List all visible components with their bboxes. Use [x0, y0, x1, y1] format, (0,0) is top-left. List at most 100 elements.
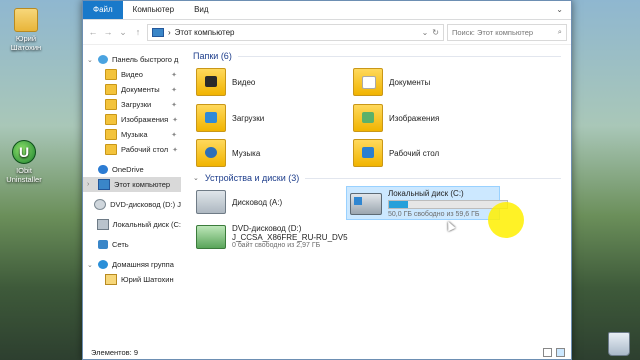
nav-label: Этот компьютер — [114, 180, 171, 189]
navigation-pane: ⌄ Панель быстрого д Видео ✦ Документы ✦ … — [83, 44, 181, 346]
items-count: Элементов: 9 — [91, 348, 139, 357]
folder-tile-documents[interactable]: Документы — [353, 68, 430, 96]
search-placeholder: Поиск: Этот компьютер — [452, 27, 534, 37]
nav-label: Музыка — [121, 130, 148, 139]
nav-item-music[interactable]: Музыка ✦ — [83, 127, 181, 142]
tab-file[interactable]: Файл — [83, 1, 123, 19]
dvd-drive-icon — [94, 199, 107, 210]
tile-label: Документы — [389, 77, 431, 87]
search-input[interactable]: Поиск: Этот компьютер ⌕ — [447, 23, 567, 41]
section-title: Устройства и диски (3) — [204, 173, 300, 183]
desktop-icon-iobit-uninstaller[interactable]: U IObit Uninstaller — [2, 140, 46, 184]
nav-dvd-drive[interactable]: DVD-дисковод (D:) J — [83, 197, 181, 212]
downloads-folder-icon — [105, 99, 117, 110]
recycle-bin-icon[interactable] — [608, 332, 630, 356]
breadcrumb-this-pc[interactable]: Этот компьютер — [175, 28, 235, 37]
back-arrow-icon[interactable]: ← — [87, 27, 99, 37]
nav-local-disk[interactable]: Локальный диск (C: — [83, 217, 181, 232]
video-folder-icon — [105, 69, 117, 80]
star-icon — [98, 55, 108, 64]
video-folder-icon — [196, 68, 226, 96]
up-arrow-icon[interactable]: ↑ — [132, 27, 144, 37]
refresh-icon[interactable]: ↻ — [432, 28, 439, 37]
hard-disk-icon — [96, 219, 109, 230]
folders-section-header[interactable]: Папки (6) — [193, 50, 561, 62]
nav-item-documents[interactable]: Документы ✦ — [83, 82, 181, 97]
user-folder-icon — [14, 8, 38, 32]
nav-onedrive[interactable]: OneDrive — [83, 162, 181, 177]
nav-label: Домашняя группа — [112, 260, 174, 269]
nav-label: Видео — [121, 70, 143, 79]
desktop-icon-user-folder[interactable]: Юрий Шатохин — [4, 8, 48, 52]
folder-tile-music[interactable]: Музыка — [196, 139, 260, 167]
recent-locations-chevron-icon[interactable]: ⌄ — [117, 27, 129, 38]
tab-view[interactable]: Вид — [184, 1, 218, 19]
nav-homegroup[interactable]: ⌄ Домашняя группа — [83, 257, 181, 272]
disk-usage-bar — [388, 200, 508, 209]
nav-homegroup-user[interactable]: Юрий Шатохин — [83, 272, 181, 287]
computer-icon — [152, 27, 164, 37]
nav-quick-access[interactable]: ⌄ Панель быстрого д — [83, 52, 181, 67]
collapse-chevron-icon[interactable]: ⌄ — [193, 174, 199, 182]
pin-icon[interactable]: ✦ — [171, 71, 181, 79]
collapse-chevron-icon[interactable]: ⌄ — [87, 261, 94, 269]
address-dropdown-icon[interactable]: ⌄ — [422, 28, 429, 37]
nav-this-pc[interactable]: › Этот компьютер — [83, 177, 181, 192]
tab-computer[interactable]: Компьютер — [123, 1, 184, 19]
device-tile-floppy[interactable]: Дисковод (A:) — [196, 190, 282, 214]
devices-section-header[interactable]: ⌄ Устройства и диски (3) — [193, 172, 561, 184]
nav-label: Сеть — [112, 240, 129, 249]
tiles-view-icon[interactable] — [556, 348, 565, 357]
expand-chevron-icon[interactable]: › — [87, 181, 94, 188]
nav-network[interactable]: Сеть — [83, 237, 181, 252]
documents-folder-icon — [105, 84, 117, 95]
nav-label: OneDrive — [112, 165, 144, 174]
downloads-folder-icon — [196, 104, 226, 132]
forward-arrow-icon[interactable]: → — [102, 27, 114, 37]
tile-label: Видео — [232, 77, 256, 87]
device-tile-dvd[interactable]: DVD-дисковод (D:) J_CCSA_X86FRE_RU-RU_DV… — [196, 224, 348, 249]
address-bar[interactable]: › Этот компьютер ⌄ ↻ — [147, 23, 444, 41]
search-icon: ⌕ — [557, 27, 562, 36]
tile-label: Музыка — [232, 148, 261, 158]
content-pane: Папки (6) Видео Документы Загрузки Изобр… — [181, 44, 571, 346]
folder-tile-videos[interactable]: Видео — [196, 68, 255, 96]
music-folder-icon — [105, 129, 117, 140]
nav-label: Загрузки — [121, 100, 152, 109]
folder-tile-desktop[interactable]: Рабочий стол — [353, 139, 439, 167]
details-view-icon[interactable] — [543, 348, 552, 357]
dvd-drive-icon — [196, 224, 226, 249]
music-folder-icon — [196, 139, 226, 167]
nav-item-videos[interactable]: Видео ✦ — [83, 67, 181, 82]
nav-item-downloads[interactable]: Загрузки ✦ — [83, 97, 181, 112]
collapse-chevron-icon[interactable]: ⌄ — [87, 56, 94, 64]
section-title: Папки (6) — [193, 51, 232, 61]
device-tile-local-disk[interactable]: Локальный диск (C:) 50,0 ГБ свободно из … — [350, 189, 508, 218]
desktop-folder-icon — [353, 139, 383, 167]
pin-icon[interactable]: ✦ — [172, 116, 181, 124]
nav-label: Рабочий стол — [121, 145, 169, 154]
tile-label: Дисковод (A:) — [232, 197, 283, 207]
nav-label: Юрий Шатохин — [121, 275, 174, 284]
pin-icon[interactable]: ✦ — [171, 86, 181, 94]
network-icon — [98, 240, 108, 249]
expand-ribbon-chevron-icon[interactable]: ⌄ — [548, 1, 571, 19]
explorer-window: Файл Компьютер Вид ⌄ ← → ⌄ ↑ › Этот комп… — [82, 0, 572, 360]
folder-tile-pictures[interactable]: Изображения — [353, 104, 439, 132]
tile-label: Рабочий стол — [389, 148, 440, 158]
documents-folder-icon — [353, 68, 383, 96]
hard-disk-icon — [350, 192, 382, 215]
nav-item-desktop[interactable]: Рабочий стол ✦ — [83, 142, 181, 157]
pin-icon[interactable]: ✦ — [171, 131, 181, 139]
nav-item-pictures[interactable]: Изображения ✦ — [83, 112, 181, 127]
address-row: ← → ⌄ ↑ › Этот компьютер ⌄ ↻ Поиск: Этот… — [83, 20, 571, 45]
folder-tile-downloads[interactable]: Загрузки — [196, 104, 264, 132]
pin-icon[interactable]: ✦ — [172, 146, 181, 154]
nav-label: Изображения — [121, 115, 169, 124]
tile-label: Изображения — [389, 113, 440, 123]
tile-label: DVD-дисковод (D:) — [232, 224, 302, 233]
floppy-drive-icon — [196, 190, 226, 214]
nav-label: Панель быстрого д — [112, 55, 179, 64]
tile-label: Локальный диск (C:) — [388, 189, 464, 198]
pin-icon[interactable]: ✦ — [171, 101, 181, 109]
